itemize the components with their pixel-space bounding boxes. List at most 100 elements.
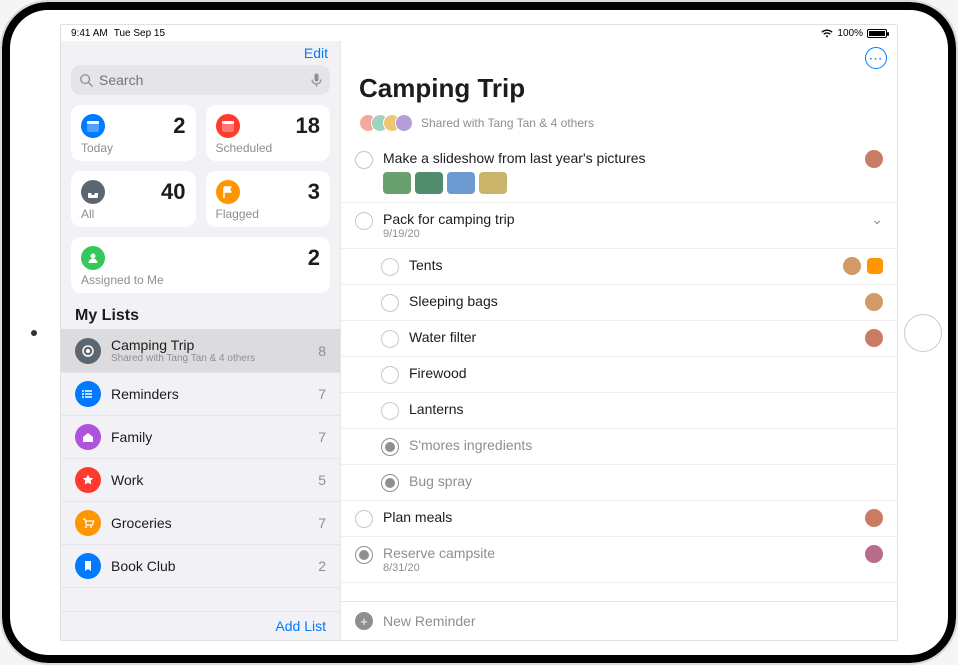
reminder-row[interactable]: Reserve campsite8/31/20	[341, 537, 897, 583]
list-count: 7	[318, 386, 326, 402]
reminder-date: 8/31/20	[383, 562, 855, 574]
complete-toggle[interactable]	[355, 510, 373, 528]
mic-icon[interactable]	[311, 73, 322, 87]
list-row-work[interactable]: Work5	[61, 459, 340, 502]
reminder-title: Sleeping bags	[409, 293, 855, 309]
complete-toggle[interactable]	[381, 366, 399, 384]
complete-toggle[interactable]	[381, 330, 399, 348]
complete-toggle[interactable]	[381, 438, 399, 456]
reminder-row[interactable]: Firewood	[341, 357, 897, 393]
list-title: Camping Trip	[359, 73, 879, 104]
search-input[interactable]	[99, 72, 305, 88]
thumbnail[interactable]	[383, 172, 411, 194]
list-row-family[interactable]: Family7	[61, 416, 340, 459]
reminder-row[interactable]: Sleeping bags	[341, 285, 897, 321]
list-subtitle: Shared with Tang Tan & 4 others	[111, 353, 308, 364]
reminder-row[interactable]: Tents	[341, 249, 897, 285]
list-row-book-club[interactable]: Book Club2	[61, 545, 340, 588]
add-list-button[interactable]: Add List	[275, 618, 326, 634]
flag-badge	[867, 258, 883, 274]
smart-all-count: 40	[161, 179, 185, 205]
assignee-avatar	[865, 545, 883, 563]
thumbnail[interactable]	[479, 172, 507, 194]
screen: 9:41 AM Tue Sep 15 100% Edit	[60, 24, 898, 641]
list-count: 8	[318, 343, 326, 359]
shared-text: Shared with Tang Tan & 4 others	[421, 116, 594, 130]
smart-scheduled[interactable]: 18 Scheduled	[206, 105, 331, 161]
status-time: 9:41 AM	[71, 28, 108, 39]
complete-toggle[interactable]	[381, 402, 399, 420]
avatar	[395, 114, 413, 132]
flag-icon	[216, 180, 240, 204]
status-date: Tue Sep 15	[114, 28, 165, 39]
reminder-title: S'mores ingredients	[409, 437, 873, 453]
smart-today[interactable]: 2 Today	[71, 105, 196, 161]
ipad-frame: 9:41 AM Tue Sep 15 100% Edit	[0, 0, 958, 665]
search-field[interactable]	[71, 65, 330, 95]
smart-flagged-label: Flagged	[216, 207, 321, 221]
shared-avatars	[359, 114, 413, 132]
reminder-row[interactable]: Pack for camping trip9/19/20 ⌄	[341, 203, 897, 249]
camera-dot	[31, 330, 37, 336]
list-row-groceries[interactable]: Groceries7	[61, 502, 340, 545]
smart-assigned-label: Assigned to Me	[81, 273, 320, 287]
list-row-reminders[interactable]: Reminders7	[61, 373, 340, 416]
reminders-list[interactable]: Make a slideshow from last year's pictur…	[341, 142, 897, 601]
reminder-title: Tents	[409, 257, 833, 273]
reminder-title: Pack for camping trip	[383, 211, 861, 227]
list-row-camping-trip[interactable]: Camping TripShared with Tang Tan & 4 oth…	[61, 329, 340, 373]
list-icon	[75, 338, 101, 364]
edit-button[interactable]: Edit	[304, 45, 328, 61]
reminder-title: Lanterns	[409, 401, 873, 417]
smart-today-count: 2	[173, 113, 185, 139]
calendar-icon	[216, 114, 240, 138]
complete-toggle[interactable]	[355, 151, 373, 169]
smart-assigned[interactable]: 2 Assigned to Me	[71, 237, 330, 293]
complete-toggle[interactable]	[355, 546, 373, 564]
reminder-row[interactable]: Make a slideshow from last year's pictur…	[341, 142, 897, 203]
reminder-title: Firewood	[409, 365, 873, 381]
attachment-thumbs[interactable]	[383, 172, 855, 194]
complete-toggle[interactable]	[381, 258, 399, 276]
thumbnail[interactable]	[415, 172, 443, 194]
ellipsis-icon: ⋯	[869, 51, 884, 65]
list-count: 2	[318, 558, 326, 574]
lists-container[interactable]: Camping TripShared with Tang Tan & 4 oth…	[61, 329, 340, 611]
complete-toggle[interactable]	[355, 212, 373, 230]
chevron-down-icon[interactable]: ⌄	[871, 211, 883, 228]
list-name: Family	[111, 429, 308, 445]
reminder-row[interactable]: Lanterns	[341, 393, 897, 429]
search-icon	[79, 73, 93, 87]
new-reminder-button[interactable]: + New Reminder	[341, 601, 897, 640]
smart-lists: 2 Today 18 Scheduled	[61, 105, 340, 293]
list-icon	[75, 424, 101, 450]
battery-pct: 100%	[837, 28, 863, 39]
smart-scheduled-count: 18	[296, 113, 320, 139]
shared-with-row[interactable]: Shared with Tang Tan & 4 others	[341, 108, 897, 142]
reminder-row[interactable]: S'mores ingredients	[341, 429, 897, 465]
reminder-row[interactable]: Water filter	[341, 321, 897, 357]
smart-scheduled-label: Scheduled	[216, 141, 321, 155]
thumbnail[interactable]	[447, 172, 475, 194]
smart-flagged[interactable]: 3 Flagged	[206, 171, 331, 227]
reminder-row[interactable]: Bug spray	[341, 465, 897, 501]
assignee-avatar	[865, 293, 883, 311]
list-icon	[75, 381, 101, 407]
complete-toggle[interactable]	[381, 294, 399, 312]
reminder-row[interactable]: Plan meals	[341, 501, 897, 537]
sidebar: Edit	[61, 41, 341, 640]
more-button[interactable]: ⋯	[865, 47, 887, 69]
calendar-today-icon	[81, 114, 105, 138]
complete-toggle[interactable]	[381, 474, 399, 492]
assignee-avatar	[865, 329, 883, 347]
reminder-title: Bug spray	[409, 473, 873, 489]
reminders-app: Edit	[61, 41, 897, 640]
smart-assigned-count: 2	[308, 245, 320, 271]
list-icon	[75, 510, 101, 536]
new-reminder-label: New Reminder	[383, 613, 476, 629]
smart-all[interactable]: 40 All	[71, 171, 196, 227]
smart-all-label: All	[81, 207, 186, 221]
home-button[interactable]	[904, 314, 942, 352]
reminder-title: Water filter	[409, 329, 855, 345]
reminder-date: 9/19/20	[383, 228, 861, 240]
